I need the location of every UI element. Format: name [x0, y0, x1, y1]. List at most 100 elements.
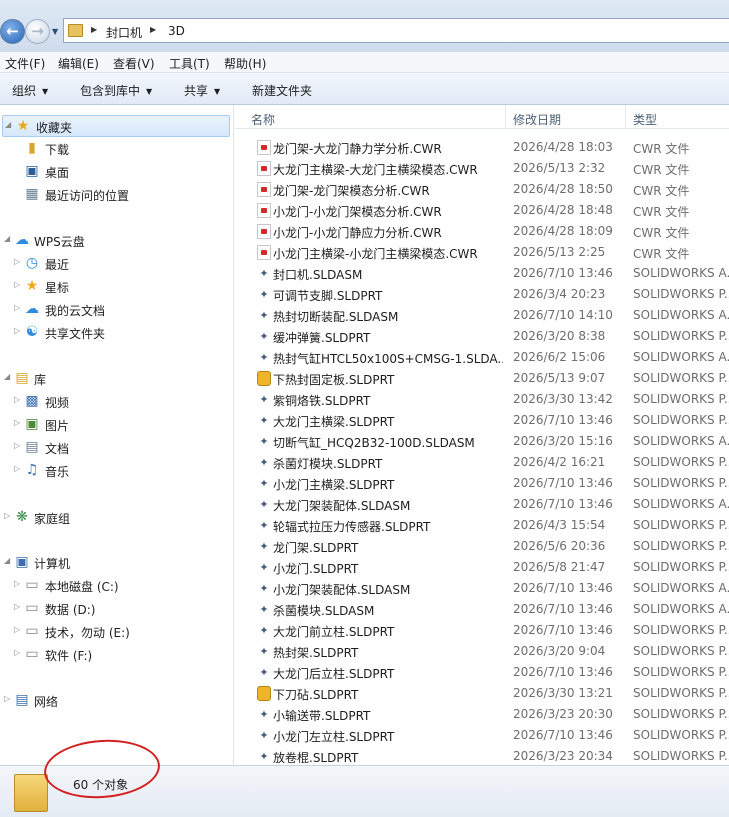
collapse-icon[interactable]: ◢	[4, 372, 10, 381]
menu-file[interactable]: 文件(F)	[5, 55, 45, 72]
file-row[interactable]: 下热封固定板.SLDPRT 2026/5/13 9:07 SOLIDWORKS P.…	[235, 368, 729, 389]
menu-tools[interactable]: 工具(T)	[169, 55, 210, 72]
column-divider[interactable]	[505, 105, 506, 129]
file-row[interactable]: 龙门架-龙门架模态分析.CWR 2026/4/28 18:50 CWR 文件	[235, 179, 729, 200]
nav-homegroup[interactable]: ▷ ❋ 家庭组	[0, 507, 230, 529]
nav-label: 我的云文档	[45, 304, 106, 318]
nav-wps-shared[interactable]: ▷ ☯ 共享文件夹	[0, 322, 230, 344]
file-row[interactable]: ✦ 大龙门后立柱.SLDPRT 2026/7/10 13:46 SOLIDWORKS …	[235, 662, 729, 683]
file-name: 下刀砧.SLDPRT	[273, 688, 359, 702]
address-bar[interactable]: ▶ 封口机 ▶ 3D	[63, 18, 729, 43]
command-bar: 组织 ▼ 包含到库中 ▼ 共享 ▼ 新建文件夹	[0, 73, 729, 105]
file-row[interactable]: 龙门架-大龙门静力学分析.CWR 2026/4/28 18:03 CWR 文件	[235, 137, 729, 158]
expand-icon[interactable]: ▷	[14, 418, 20, 427]
cwr-file-icon	[257, 140, 271, 155]
recent-pages-dropdown[interactable]: ▼	[52, 27, 58, 36]
column-name-header[interactable]: 名称	[251, 111, 275, 128]
file-row[interactable]: ✦ 放卷棍.SLDPRT 2026/3/23 20:34 SOLIDWORKS P..…	[235, 746, 729, 767]
file-row[interactable]: ✦ 小龙门架装配体.SLDASM 2026/7/10 13:46 SOLIDWORKS…	[235, 578, 729, 599]
back-button[interactable]: ←	[0, 19, 25, 44]
column-date-header[interactable]: 修改日期	[513, 111, 561, 128]
expand-icon[interactable]: ▷	[14, 303, 20, 312]
nav-drive-f[interactable]: ▷ ▭ 软件 (F:)	[0, 644, 230, 666]
expand-icon[interactable]: ▷	[14, 648, 20, 657]
recent-places-icon: ▦	[25, 186, 39, 202]
nav-label: 下载	[45, 143, 70, 157]
expand-icon[interactable]: ▷	[14, 395, 20, 404]
file-row[interactable]: ✦ 封口机.SLDASM 2026/7/10 13:46 SOLIDWORKS A..…	[235, 263, 729, 284]
nav-computer[interactable]: ◢ ▣ 计算机	[0, 552, 230, 574]
nav-documents[interactable]: ▷ ▤ 文档	[0, 437, 230, 459]
share-button[interactable]: 共享 ▼	[184, 82, 220, 99]
file-row[interactable]: ✦ 大龙门主横梁.SLDPRT 2026/7/10 13:46 SOLIDWORKS …	[235, 410, 729, 431]
file-row[interactable]: 小龙门主横梁-小龙门主横梁模态.CWR 2026/5/13 2:25 CWR 文件	[235, 242, 729, 263]
organize-button[interactable]: 组织 ▼	[12, 82, 48, 99]
file-row[interactable]: ✦ 小输送带.SLDPRT 2026/3/23 20:30 SOLIDWORKS P.…	[235, 704, 729, 725]
file-row[interactable]: ✦ 紫铜烙铁.SLDPRT 2026/3/30 13:42 SOLIDWORKS P.…	[235, 389, 729, 410]
file-row[interactable]: 小龙门-小龙门静应力分析.CWR 2026/4/28 18:09 CWR 文件	[235, 221, 729, 242]
file-row[interactable]: ✦ 轮辐式拉压力传感器.SLDPRT 2026/4/3 15:54 SOLIDWORK…	[235, 515, 729, 536]
nav-favorites[interactable]: ◢ ★ 收藏夹	[2, 115, 230, 137]
file-row[interactable]: 小龙门-小龙门架模态分析.CWR 2026/4/28 18:48 CWR 文件	[235, 200, 729, 221]
nav-videos[interactable]: ▷ ▩ 视频	[0, 391, 230, 413]
file-row[interactable]: ✦ 龙门架.SLDPRT 2026/5/6 20:36 SOLIDWORKS P...	[235, 536, 729, 557]
file-row[interactable]: ✦ 杀菌模块.SLDASM 2026/7/10 13:46 SOLIDWORKS A.…	[235, 599, 729, 620]
chevron-right-icon[interactable]: ▶	[91, 25, 97, 34]
file-row[interactable]: ✦ 热封切断装配.SLDASM 2026/7/10 14:10 SOLIDWORKS …	[235, 305, 729, 326]
file-row[interactable]: ✦ 小龙门左立柱.SLDPRT 2026/7/10 13:46 SOLIDWORKS …	[235, 725, 729, 746]
nav-libraries[interactable]: ◢ ▤ 库	[0, 368, 230, 390]
nav-wps-recent[interactable]: ▷ ◷ 最近	[0, 253, 230, 275]
column-divider[interactable]	[625, 105, 626, 129]
file-row[interactable]: ✦ 切断气缸_HCQ2B32-100D.SLDASM 2026/3/20 15:16…	[235, 431, 729, 452]
breadcrumb-item[interactable]: 3D	[168, 24, 185, 38]
nav-drive-e[interactable]: ▷ ▭ 技术，勿动 (E:)	[0, 621, 230, 643]
expand-icon[interactable]: ▷	[4, 694, 10, 703]
downloads-folder-icon: ▮	[28, 140, 36, 156]
file-row[interactable]: 大龙门主横梁-大龙门主横梁模态.CWR 2026/5/13 2:32 CWR 文件	[235, 158, 729, 179]
expand-icon[interactable]: ▷	[14, 579, 20, 588]
expand-icon[interactable]: ▷	[14, 280, 20, 289]
file-row[interactable]: ✦ 缓冲弹簧.SLDPRT 2026/3/20 8:38 SOLIDWORKS P..…	[235, 326, 729, 347]
file-type: CWR 文件	[633, 205, 690, 219]
file-row[interactable]: ✦ 杀菌灯模块.SLDPRT 2026/4/2 16:21 SOLIDWORKS P.…	[235, 452, 729, 473]
nav-music[interactable]: ▷ ♫ 音乐	[0, 460, 230, 482]
collapse-icon[interactable]: ◢	[4, 234, 10, 243]
forward-button[interactable]: →	[25, 19, 50, 44]
file-row[interactable]: ✦ 大龙门前立柱.SLDPRT 2026/7/10 13:46 SOLIDWORKS …	[235, 620, 729, 641]
nav-network[interactable]: ▷ ▤ 网络	[0, 690, 230, 712]
nav-drive-d[interactable]: ▷ ▭ 数据 (D:)	[0, 598, 230, 620]
file-row[interactable]: ✦ 大龙门架装配体.SLDASM 2026/7/10 13:46 SOLIDWORKS…	[235, 494, 729, 515]
menu-view[interactable]: 查看(V)	[113, 55, 155, 72]
file-row[interactable]: ✦ 热封气缸HTCL50x100S+CMSG-1.SLDA... 2026/6/2 …	[235, 347, 729, 368]
nav-downloads[interactable]: ▮ 下载	[0, 138, 230, 160]
nav-recent-places[interactable]: ▦ 最近访问的位置	[0, 184, 230, 206]
file-row[interactable]: 下刀砧.SLDPRT 2026/3/30 13:21 SOLIDWORKS P...	[235, 683, 729, 704]
nav-desktop[interactable]: ▣ 桌面	[0, 161, 230, 183]
file-row[interactable]: ✦ 小龙门.SLDPRT 2026/5/8 21:47 SOLIDWORKS P...	[235, 557, 729, 578]
menu-edit[interactable]: 编辑(E)	[58, 55, 99, 72]
expand-icon[interactable]: ▷	[14, 326, 20, 335]
collapse-icon[interactable]: ◢	[5, 120, 11, 129]
file-row[interactable]: ✦ 小龙门主横梁.SLDPRT 2026/7/10 13:46 SOLIDWORKS …	[235, 473, 729, 494]
expand-icon[interactable]: ▷	[14, 602, 20, 611]
nav-wps-cloud-docs[interactable]: ▷ ☁ 我的云文档	[0, 299, 230, 321]
file-row[interactable]: ✦ 可调节支脚.SLDPRT 2026/3/4 20:23 SOLIDWORKS P.…	[235, 284, 729, 305]
file-row[interactable]: ✦ 热封架.SLDPRT 2026/3/20 9:04 SOLIDWORKS P...	[235, 641, 729, 662]
include-in-library-button[interactable]: 包含到库中 ▼	[80, 82, 152, 99]
menu-help[interactable]: 帮助(H)	[224, 55, 266, 72]
expand-icon[interactable]: ▷	[4, 511, 10, 520]
chevron-right-icon[interactable]: ▶	[150, 25, 156, 34]
nav-wps-cloud[interactable]: ◢ ☁ WPS云盘	[0, 230, 230, 252]
collapse-icon[interactable]: ◢	[4, 556, 10, 565]
nav-drive-c[interactable]: ▷ ▭ 本地磁盘 (C:)	[0, 575, 230, 597]
column-type-header[interactable]: 类型	[633, 111, 657, 128]
nav-wps-star[interactable]: ▷ ★ 星标	[0, 276, 230, 298]
new-folder-button[interactable]: 新建文件夹	[252, 82, 312, 99]
breadcrumb-item[interactable]: 封口机	[106, 24, 142, 41]
expand-icon[interactable]: ▷	[14, 257, 20, 266]
nav-pictures[interactable]: ▷ ▣ 图片	[0, 414, 230, 436]
expand-icon[interactable]: ▷	[14, 625, 20, 634]
expand-icon[interactable]: ▷	[14, 464, 20, 473]
expand-icon[interactable]: ▷	[14, 441, 20, 450]
solidworks-file-icon: ✦	[259, 309, 269, 322]
